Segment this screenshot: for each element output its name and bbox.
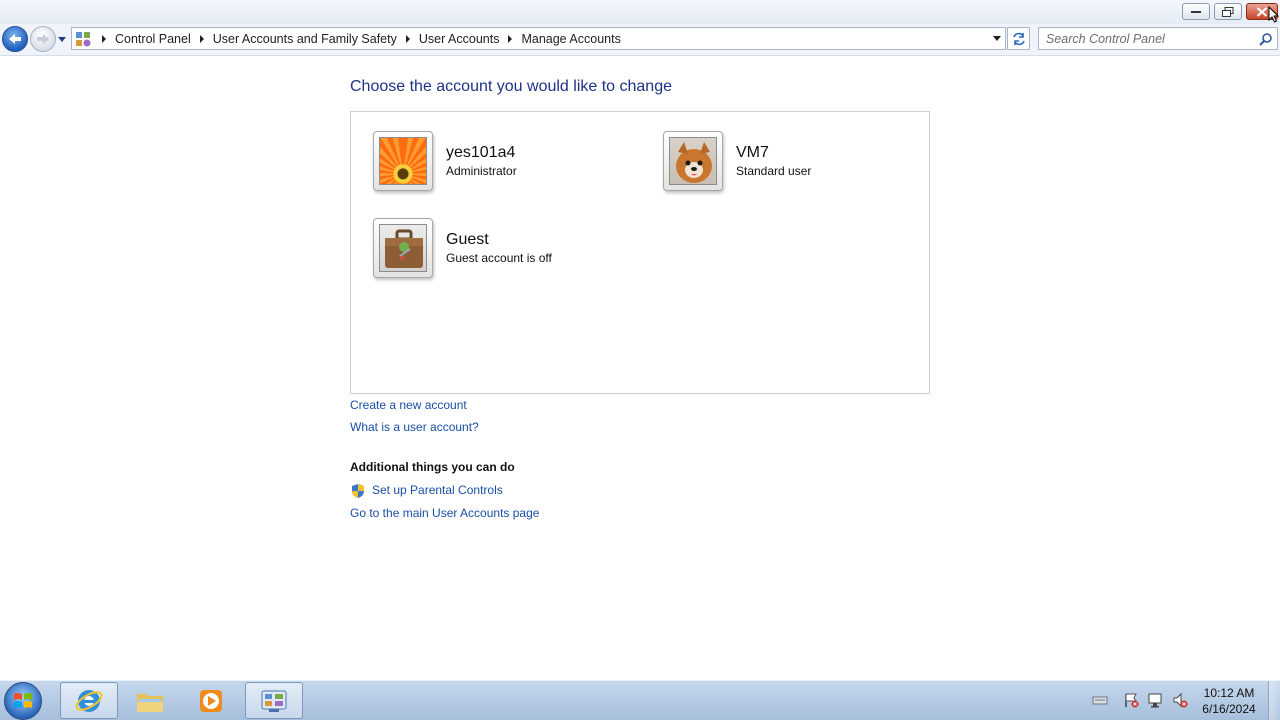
- keyboard-icon[interactable]: [1092, 692, 1108, 708]
- clock-date: 6/16/2024: [1202, 702, 1256, 716]
- navigation-bar: Control Panel User Accounts and Family S…: [0, 24, 1280, 56]
- breadcrumb-separator-icon[interactable]: [508, 34, 513, 43]
- forward-button[interactable]: [30, 26, 56, 52]
- main-user-accounts-link[interactable]: Go to the main User Accounts page: [350, 506, 539, 520]
- breadcrumb-separator-icon[interactable]: [199, 34, 204, 43]
- control-panel-icon: [76, 32, 91, 47]
- search-box[interactable]: [1038, 27, 1278, 50]
- address-dropdown-icon[interactable]: [993, 36, 1001, 41]
- breadcrumb-user-accounts-family-safety[interactable]: User Accounts and Family Safety: [213, 32, 397, 46]
- orange-flower-picture: [379, 137, 427, 185]
- account-name[interactable]: Guest: [446, 231, 489, 249]
- recent-pages-dropdown-icon[interactable]: [57, 35, 67, 45]
- refresh-button[interactable]: [1007, 27, 1030, 50]
- start-button[interactable]: [4, 682, 42, 720]
- show-desktop-button[interactable]: [1268, 681, 1280, 720]
- taskbar-control-panel[interactable]: [245, 682, 303, 719]
- refresh-icon: [1013, 32, 1025, 46]
- breadcrumb-separator-icon[interactable]: [405, 34, 410, 43]
- network-icon[interactable]: [1147, 692, 1163, 708]
- back-arrow-icon: [9, 34, 21, 44]
- taskbar: [0, 680, 1280, 720]
- puppy-picture: [669, 137, 717, 185]
- briefcase-icon: [385, 229, 423, 268]
- account-tile-yes101a4[interactable]: yes101a4 Administrator: [373, 131, 633, 193]
- windows-logo-icon: [14, 693, 32, 708]
- internet-explorer-icon: [75, 689, 103, 712]
- puppy-icon: [676, 142, 712, 183]
- additional-things-heading: Additional things you can do: [350, 460, 515, 474]
- account-name[interactable]: yes101a4: [446, 144, 515, 162]
- accounts-panel: yes101a4 Administrator VM7 Standard user: [350, 111, 930, 394]
- account-type: Administrator: [446, 164, 517, 178]
- taskbar-media-player[interactable]: [182, 682, 240, 719]
- create-account-link[interactable]: Create a new account: [350, 398, 467, 412]
- back-button[interactable]: [2, 26, 28, 52]
- media-player-icon: [200, 689, 222, 712]
- breadcrumb: Control Panel User Accounts and Family S…: [96, 28, 621, 49]
- action-center-flag-icon[interactable]: [1123, 692, 1139, 708]
- forward-arrow-icon: [37, 34, 49, 44]
- mouse-cursor-icon: [1268, 6, 1280, 23]
- account-type: Guest account is off: [446, 251, 552, 265]
- restore-button[interactable]: [1214, 3, 1242, 20]
- system-clock[interactable]: 10:12 AM 6/16/2024: [1196, 685, 1262, 717]
- title-bar: [0, 0, 1280, 24]
- control-panel-icon: [261, 690, 287, 712]
- parental-controls-link[interactable]: Set up Parental Controls: [372, 483, 503, 497]
- account-type: Standard user: [736, 164, 812, 178]
- taskbar-windows-explorer[interactable]: [121, 682, 179, 719]
- search-icon[interactable]: [1259, 32, 1273, 46]
- account-tile-vm7[interactable]: VM7 Standard user: [663, 131, 923, 193]
- what-is-user-account-link[interactable]: What is a user account?: [350, 420, 479, 434]
- clock-time: 10:12 AM: [1203, 686, 1255, 700]
- account-name[interactable]: VM7: [736, 144, 769, 162]
- minimize-icon: [1191, 10, 1201, 13]
- page-title: Choose the account you would like to cha…: [350, 78, 672, 95]
- briefcase-picture: [379, 224, 427, 272]
- avatar[interactable]: [663, 131, 723, 191]
- volume-muted-icon[interactable]: [1172, 692, 1188, 708]
- taskbar-internet-explorer[interactable]: [60, 682, 118, 719]
- search-input[interactable]: [1039, 28, 1254, 49]
- breadcrumb-separator-icon[interactable]: [102, 34, 106, 43]
- account-tile-guest[interactable]: Guest Guest account is off: [373, 218, 633, 280]
- breadcrumb-user-accounts[interactable]: User Accounts: [419, 32, 500, 46]
- shield-icon: [352, 484, 364, 498]
- close-icon: [1256, 6, 1268, 17]
- address-bar[interactable]: Control Panel User Accounts and Family S…: [71, 27, 1006, 50]
- folder-icon: [137, 693, 163, 712]
- breadcrumb-control-panel[interactable]: Control Panel: [115, 32, 191, 46]
- avatar[interactable]: [373, 131, 433, 191]
- breadcrumb-manage-accounts[interactable]: Manage Accounts: [521, 32, 620, 46]
- minimize-button[interactable]: [1182, 3, 1210, 20]
- avatar[interactable]: [373, 218, 433, 278]
- restore-icon: [1222, 6, 1234, 17]
